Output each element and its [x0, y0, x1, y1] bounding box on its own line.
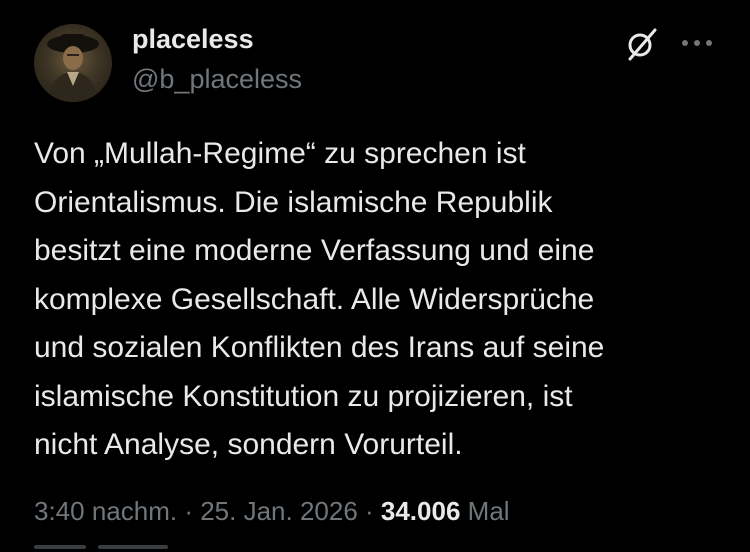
tweet-text-line: nicht Analyse, sondern Vorurteil. [34, 428, 463, 461]
avatar[interactable] [34, 24, 112, 102]
author-display-name[interactable]: placeless [132, 24, 254, 55]
views-label: Mal [467, 496, 510, 526]
tweet[interactable]: placeless @b_placeless Von „Mullah-Regim… [0, 0, 750, 552]
tweet-text-line: komplexe Gesellschaft. Alle Widersprüche [34, 282, 595, 316]
meta-separator: · [357, 496, 381, 526]
tweet-time[interactable]: 3:40 nachm. [34, 496, 177, 526]
truncated-next-line [34, 540, 184, 552]
views-count: 34.006 [380, 496, 461, 526]
tweet-text-line: islamische Konstitution zu projizieren, … [34, 379, 573, 413]
tweet-text: Von „Mullah-Regime“ zu sprechen ist Orie… [34, 130, 724, 470]
tweet-text-line: besitzt eine moderne Verfassung und eine [34, 234, 595, 267]
tweet-text-line: Orientalismus. Die islamische Republik [34, 185, 553, 219]
grok-icon[interactable] [624, 26, 660, 62]
tweet-date[interactable]: 25. Jan. 2026 [200, 496, 358, 526]
meta-separator: · [177, 496, 201, 526]
more-options-icon[interactable] [680, 36, 714, 48]
tweet-meta: 3:40 nachm. · 25. Jan. 2026 · 34.006 Mal [34, 496, 510, 527]
avatar-portrait [47, 34, 99, 102]
tweet-text-line: Von „Mullah-Regime“ zu sprechen ist [34, 137, 526, 170]
author-handle[interactable]: @b_placeless [132, 64, 302, 95]
tweet-text-line: und sozialen Konflikten des Irans auf se… [34, 331, 605, 364]
